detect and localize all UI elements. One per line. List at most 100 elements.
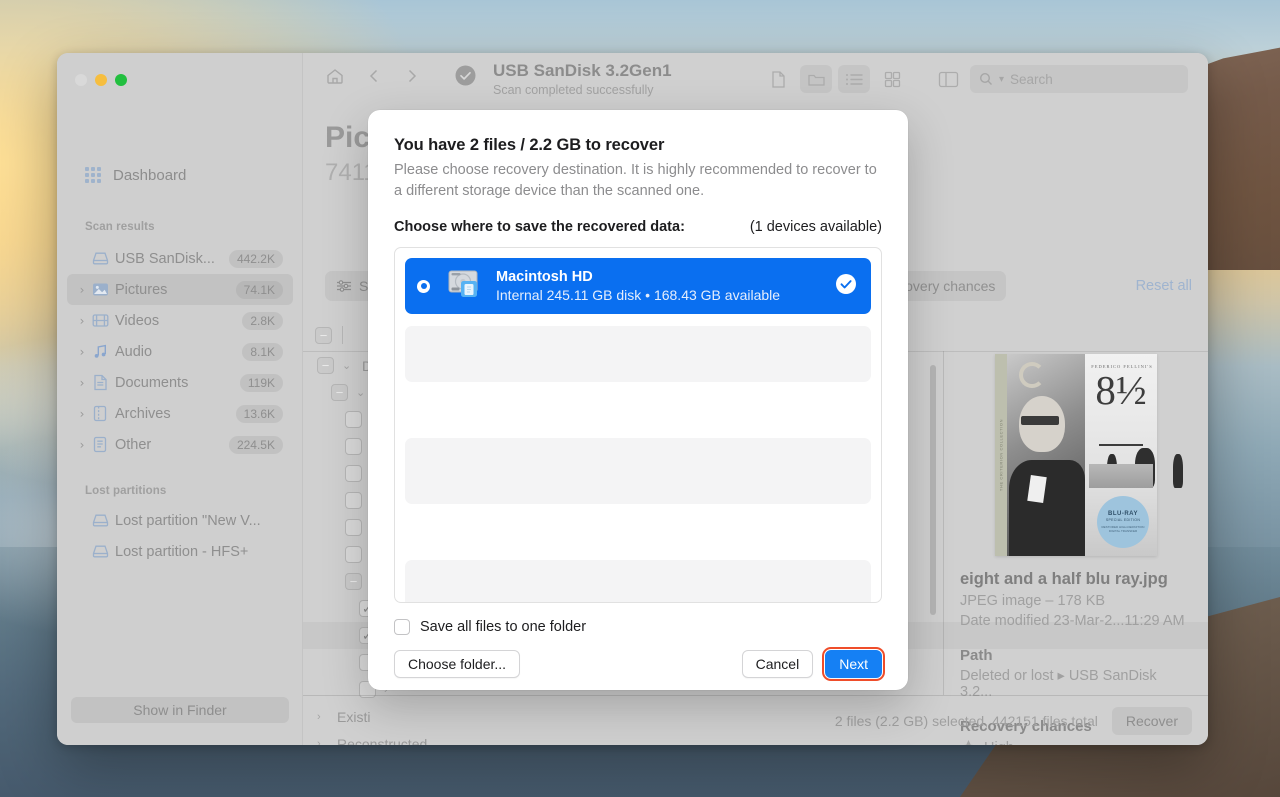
list-view-icon[interactable] [838,65,870,93]
row-checkbox[interactable] [345,492,362,509]
sidebar-item-label: Archives [115,405,171,422]
sidebar-scan-results-list: USB SanDisk... 442.2K › Pictures 74.1K › Video… [67,243,293,460]
device-list[interactable]: Macintosh HD Internal 245.11 GB disk • 1… [394,247,882,604]
row-checkbox[interactable] [345,465,362,482]
poster-spine: THE CRITERION COLLECTION [995,354,1007,556]
sidebar-item-count: 74.1K [235,280,283,299]
save-all-to-one-folder-label: Save all files to one folder [420,619,587,636]
sidebar-toggle-icon[interactable] [932,65,964,93]
file-icon[interactable] [762,65,794,93]
other-icon [89,436,111,453]
file-list-scrollbar[interactable] [930,365,936,615]
sidebar-item-lost-partition-new-v[interactable]: Lost partition "New V... [67,505,293,536]
recover-button[interactable]: Recover [1111,706,1192,735]
reset-all-button[interactable]: Reset all [1136,278,1192,294]
poster-glasses [1021,416,1059,425]
search-input[interactable]: ▾ Search [970,65,1188,93]
row-checkbox[interactable]: − [331,384,348,401]
toolbar-subtitle: Scan completed successfully [493,83,654,97]
sidebar: Dashboard Scan results USB SanDisk... 442… [57,53,303,745]
device-meta: Internal 245.11 GB disk • 168.43 GB avai… [496,287,781,304]
preview-pane: THE CRITERION COLLECTION FEDERICO FELLIN… [943,351,1208,745]
cancel-button[interactable]: Cancel [741,650,814,679]
row-checkbox[interactable] [345,546,362,563]
device-radio[interactable] [417,279,430,293]
chevron-right-icon[interactable]: › [75,438,89,452]
sidebar-item-dashboard[interactable]: Dashboard [75,161,196,189]
sidebar-item-lost-partition-hfs[interactable]: Lost partition - HFS+ [67,536,293,567]
device-text-block: Macintosh HD Internal 245.11 GB disk • 1… [496,269,780,303]
chevron-down-icon[interactable]: ⌄ [342,359,354,372]
row-checkbox[interactable]: − [317,357,334,374]
sidebar-item-label: Documents [115,374,189,391]
chevron-right-icon[interactable]: › [75,314,89,328]
poster-stage-scene [1089,426,1183,488]
internal-disk-icon [447,268,483,305]
poster-spine-text: THE CRITERION COLLECTION [998,418,1004,492]
preview-date-modified: Date modified 23-Mar-2...11:29 AM [960,613,1192,629]
device-row-macintosh-hd[interactable]: Macintosh HD Internal 245.11 GB disk • 1… [405,258,871,315]
sidebar-item-other[interactable]: › Other 224.5K [67,429,293,460]
choose-folder-button[interactable]: Choose folder... [394,650,521,679]
chevron-right-icon[interactable]: › [75,407,89,421]
sidebar-item-videos[interactable]: › Videos 2.8K [67,305,293,336]
row-checkbox[interactable] [345,411,362,428]
next-button[interactable]: Next [822,647,885,682]
poster-figure [1173,454,1183,488]
sidebar-item-label: Dashboard [113,166,187,184]
preview-thumbnail: THE CRITERION COLLECTION FEDERICO FELLIN… [995,354,1183,556]
device-list-placeholder-row [405,326,871,383]
close-window-button[interactable] [75,74,87,86]
scan-status-check-circle-icon [455,65,476,86]
check-circle-icon [835,273,857,300]
select-all-checkbox[interactable]: − [315,326,332,344]
row-checkbox[interactable]: − [345,573,362,590]
home-icon[interactable] [325,66,345,86]
sidebar-item-archives[interactable]: › Archives 13.6K [67,398,293,429]
row-checkbox[interactable] [345,438,362,455]
sidebar-item-documents[interactable]: › Documents 119K [67,367,293,398]
chevron-right-icon[interactable]: › [75,283,89,297]
archive-icon [89,405,111,422]
recovery-destination-dialog: You have 2 files / 2.2 GB to recover Ple… [368,110,908,690]
preview-file-name: eight and a half blu ray.jpg [960,570,1168,588]
search-icon [979,72,992,85]
sidebar-item-pictures[interactable]: › Pictures 74.1K [67,274,293,305]
search-placeholder: Search [1010,71,1053,87]
picture-icon [89,282,111,297]
checkbox-box[interactable] [394,619,410,636]
preview-file-kind: JPEG image – 178 KB [960,593,1106,609]
sidebar-item-label: Other [115,436,152,453]
toolbar-title: USB SanDisk 3.2Gen1 [493,61,672,80]
sidebar-item-audio[interactable]: › Audio 8.1K [67,336,293,367]
filter-icon [337,280,351,292]
maximize-window-button[interactable] [115,74,127,86]
chevron-right-icon[interactable]: › [75,376,89,390]
grid-view-icon[interactable] [876,65,908,93]
poster-bluray-badge: BLU-RAY SPECIAL EDITION RESTORED HIGH-DE… [1097,496,1149,548]
dialog-devices-available: (1 devices available) [749,219,882,236]
sidebar-item-count: 2.8K [242,311,283,330]
dialog-footer: Choose folder... Cancel Next [394,647,885,682]
save-all-to-one-folder-checkbox[interactable]: Save all files to one folder [394,619,882,636]
row-checkbox[interactable] [345,519,362,536]
sidebar-item-usb-sandisk[interactable]: USB SanDisk... 442.2K [67,243,293,274]
status-text: 2 files (2.2 GB) selected, 442151 files … [834,712,1098,729]
dialog-choose-label: Choose where to save the recovered data: [394,219,685,236]
minimize-window-button[interactable] [95,74,107,86]
preview-path-heading: Path [960,647,993,664]
window-controls[interactable] [75,74,127,86]
device-list-gap [405,504,871,548]
show-in-finder-button[interactable]: Show in Finder [71,697,289,723]
chevron-left-icon[interactable] [365,67,383,85]
sidebar-item-label: Pictures [115,281,168,298]
folder-icon[interactable] [800,65,832,93]
device-list-placeholder-row [405,438,871,505]
chevron-right-icon[interactable]: › [75,345,89,359]
chevron-down-icon[interactable]: ⌄ [356,386,368,399]
audio-icon [89,344,111,360]
filter-chip-label: S [359,278,369,294]
chevron-right-icon[interactable] [403,67,421,85]
bluray-badge-note: RESTORED HIGH-DEFINITION DIGITAL TRANSFE… [1101,524,1145,533]
poster-ground [1089,464,1153,488]
